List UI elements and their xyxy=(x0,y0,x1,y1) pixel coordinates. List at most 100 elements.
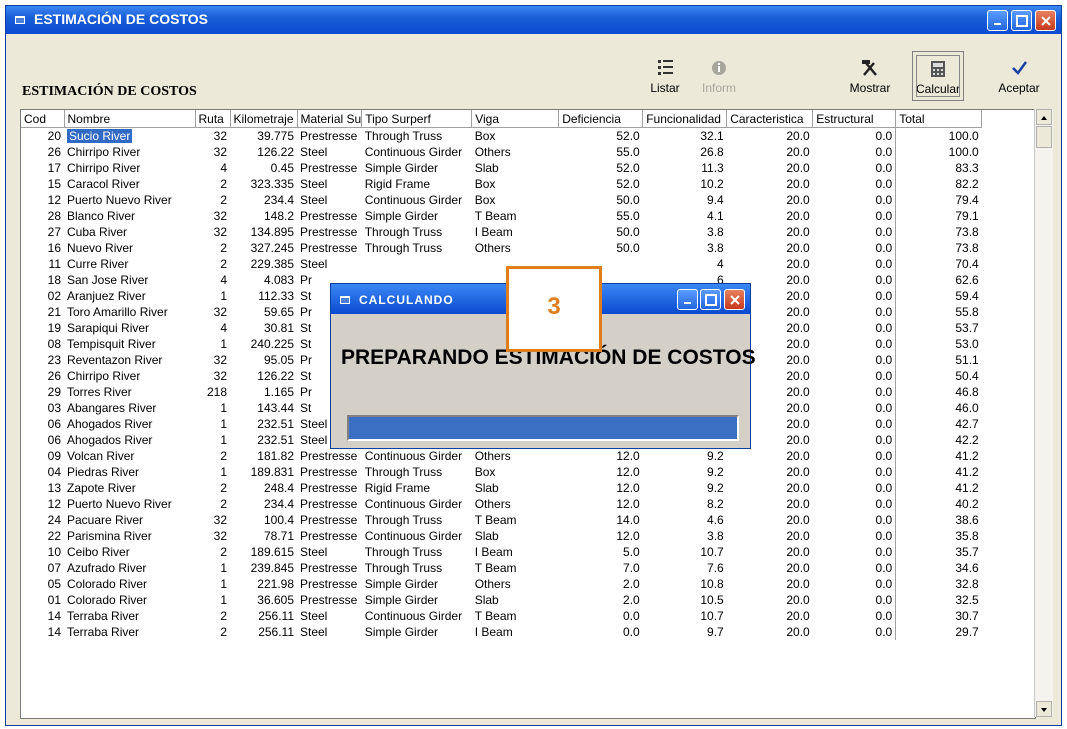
table-cell[interactable]: 41.2 xyxy=(895,464,982,480)
dialog-close-button[interactable] xyxy=(724,289,745,310)
table-cell[interactable]: 04 xyxy=(21,464,64,480)
table-cell[interactable]: 13 xyxy=(21,480,64,496)
scroll-up-button[interactable] xyxy=(1036,109,1052,125)
table-cell[interactable]: 20.0 xyxy=(727,512,813,528)
table-cell[interactable]: 24 xyxy=(21,512,64,528)
table-cell[interactable]: 26.8 xyxy=(643,144,727,160)
table-cell[interactable]: 20.0 xyxy=(727,592,813,608)
table-cell[interactable]: 12.0 xyxy=(559,464,643,480)
table-cell[interactable]: 95.05 xyxy=(230,352,297,368)
table-cell[interactable]: Ahogados River xyxy=(64,432,195,448)
table-cell[interactable]: 2 xyxy=(195,480,230,496)
table-cell[interactable]: Through Truss xyxy=(362,464,472,480)
table-cell[interactable]: 3.8 xyxy=(643,528,727,544)
table-cell[interactable]: 41.2 xyxy=(895,480,982,496)
table-cell[interactable]: Simple Girder xyxy=(362,624,472,640)
table-cell[interactable]: 3.8 xyxy=(643,240,727,256)
table-row[interactable]: 09 Volcan River 2 181.82 Prestresse Continuou… xyxy=(21,448,982,464)
table-cell[interactable]: 7.0 xyxy=(559,560,643,576)
table-row[interactable]: 13 Zapote River 2 248.4 Prestresse Rigid Fram… xyxy=(21,480,982,496)
table-cell[interactable]: 42.2 xyxy=(895,432,982,448)
table-cell[interactable]: Continuous Girder xyxy=(362,144,472,160)
table-cell[interactable]: 55.8 xyxy=(895,304,982,320)
table-cell[interactable]: 70.4 xyxy=(895,256,982,272)
table-cell[interactable]: San Jose River xyxy=(64,272,195,288)
table-row[interactable]: 10 Ceibo River 2 189.615 Steel Through Truss I… xyxy=(21,544,982,560)
table-cell[interactable]: 14.0 xyxy=(559,512,643,528)
table-row[interactable]: 28 Blanco River 32 148.2 Prestresse Simple Gi… xyxy=(21,208,982,224)
table-cell[interactable]: Rigid Frame xyxy=(362,480,472,496)
table-cell[interactable]: 0.45 xyxy=(230,160,297,176)
table-cell[interactable]: 14 xyxy=(21,624,64,640)
table-cell[interactable]: 32.5 xyxy=(895,592,982,608)
table-cell[interactable]: 0.0 xyxy=(813,224,896,240)
table-cell[interactable]: 9.2 xyxy=(643,464,727,480)
table-cell[interactable]: 3.8 xyxy=(643,224,727,240)
maximize-button[interactable] xyxy=(1011,10,1032,31)
table-cell[interactable]: Through Truss xyxy=(362,560,472,576)
table-cell[interactable]: 50.0 xyxy=(559,240,643,256)
table-cell[interactable]: Continuous Girder xyxy=(362,448,472,464)
table-cell[interactable]: 06 xyxy=(21,416,64,432)
table-cell[interactable]: Steel xyxy=(297,608,362,624)
table-cell[interactable]: Others xyxy=(472,448,559,464)
dialog-minimize-button[interactable] xyxy=(677,289,698,310)
table-cell[interactable]: 20.0 xyxy=(727,496,813,512)
table-cell[interactable]: 221.98 xyxy=(230,576,297,592)
table-row[interactable]: 26 Chirripo River 32 126.22 Steel Continuous … xyxy=(21,144,982,160)
table-row[interactable]: 22 Parismina River 32 78.71 Prestresse Contin… xyxy=(21,528,982,544)
table-cell[interactable]: 218 xyxy=(195,384,230,400)
table-cell[interactable]: 20.0 xyxy=(727,160,813,176)
table-cell[interactable]: 0.0 xyxy=(813,144,896,160)
table-cell[interactable]: Sarapiqui River xyxy=(64,320,195,336)
table-cell[interactable]: T Beam xyxy=(472,512,559,528)
table-cell[interactable]: 0.0 xyxy=(813,480,896,496)
table-cell[interactable]: 34.6 xyxy=(895,560,982,576)
dialog-maximize-button[interactable] xyxy=(700,289,721,310)
table-cell[interactable] xyxy=(362,256,472,272)
table-cell[interactable]: 2 xyxy=(195,624,230,640)
table-cell[interactable]: 79.1 xyxy=(895,208,982,224)
table-cell[interactable]: Prestresse xyxy=(297,496,362,512)
table-cell[interactable]: 05 xyxy=(21,576,64,592)
table-cell[interactable]: 20.0 xyxy=(727,128,813,145)
table-cell[interactable]: Ceibo River xyxy=(64,544,195,560)
table-cell[interactable]: Slab xyxy=(472,480,559,496)
table-cell[interactable]: 9.2 xyxy=(643,448,727,464)
table-cell[interactable]: Prestresse xyxy=(297,528,362,544)
table-cell[interactable]: 26 xyxy=(21,144,64,160)
mostrar-button[interactable]: Mostrar xyxy=(844,51,896,101)
table-cell[interactable]: Simple Girder xyxy=(362,576,472,592)
table-cell[interactable]: I Beam xyxy=(472,544,559,560)
table-cell[interactable]: 32 xyxy=(195,512,230,528)
table-row[interactable]: 12 Puerto Nuevo River 2 234.4 Steel Continuou… xyxy=(21,192,982,208)
table-cell[interactable]: 14 xyxy=(21,608,64,624)
table-cell[interactable]: 32 xyxy=(195,368,230,384)
listar-button[interactable]: Listar xyxy=(639,51,691,101)
aceptar-button[interactable]: Aceptar xyxy=(993,51,1045,101)
table-cell[interactable]: 0.0 xyxy=(813,624,896,640)
table-cell[interactable]: 2.0 xyxy=(559,576,643,592)
table-cell[interactable]: 0.0 xyxy=(813,368,896,384)
table-cell[interactable]: 32 xyxy=(195,224,230,240)
table-cell[interactable]: 100.0 xyxy=(895,127,982,144)
table-row[interactable]: 05 Colorado River 1 221.98 Prestresse Simple … xyxy=(21,576,982,592)
column-header[interactable]: Estructural xyxy=(812,110,897,128)
scroll-down-button[interactable] xyxy=(1036,701,1052,717)
table-cell[interactable]: 1 xyxy=(195,560,230,576)
table-cell[interactable]: 17 xyxy=(21,160,64,176)
table-cell[interactable]: 2 xyxy=(195,256,230,272)
table-cell[interactable]: 20.0 xyxy=(727,608,813,624)
table-cell[interactable]: 10.8 xyxy=(643,576,727,592)
table-cell[interactable]: 29.7 xyxy=(895,624,982,640)
table-row[interactable]: 12 Puerto Nuevo River 2 234.4 Prestresse Cont… xyxy=(21,496,982,512)
table-cell[interactable]: Nuevo River xyxy=(64,240,195,256)
table-cell[interactable]: 29 xyxy=(21,384,64,400)
table-cell[interactable]: 232.51 xyxy=(230,416,297,432)
table-cell[interactable]: 256.11 xyxy=(230,624,297,640)
table-cell[interactable]: 10.2 xyxy=(643,176,727,192)
table-cell[interactable]: 73.8 xyxy=(895,240,982,256)
table-row[interactable]: 14 Terraba River 2 256.11 Steel Continuous Gi… xyxy=(21,608,982,624)
table-cell[interactable]: Prestresse xyxy=(297,160,362,176)
table-cell[interactable]: 20.0 xyxy=(727,528,813,544)
